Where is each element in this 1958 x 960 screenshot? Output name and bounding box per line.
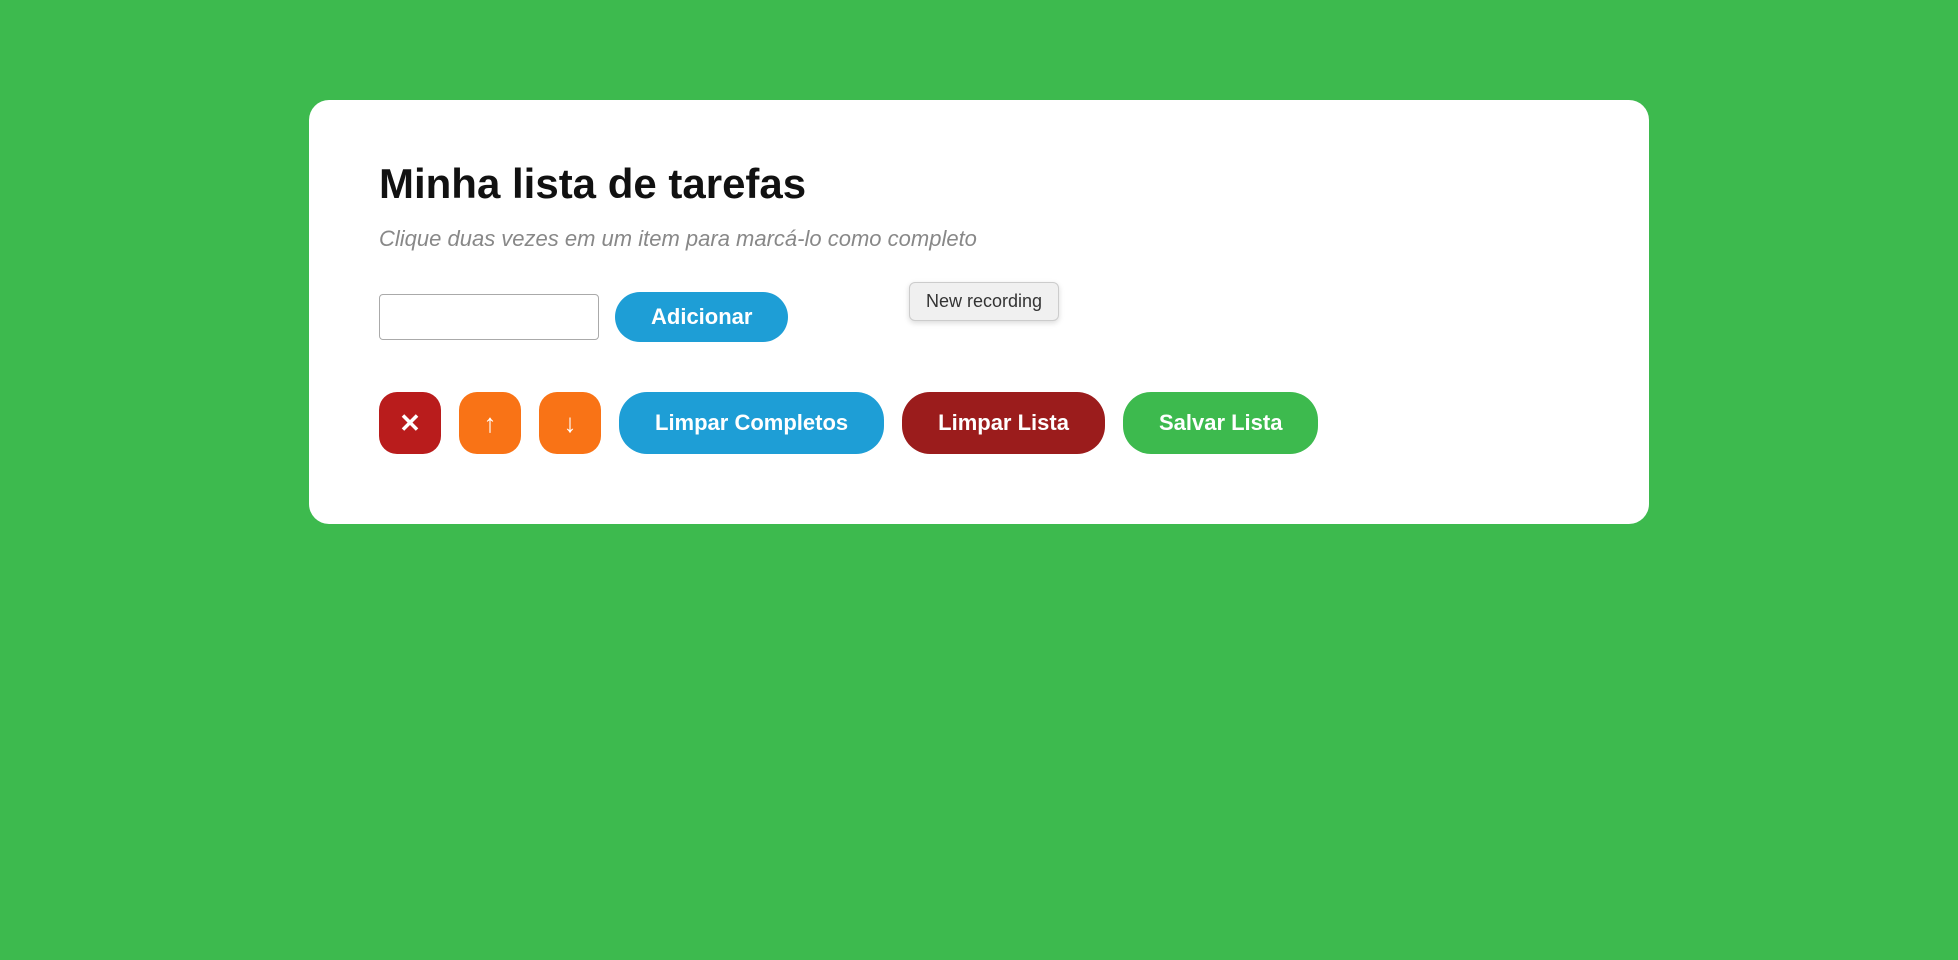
- page-title: Minha lista de tarefas: [379, 160, 1579, 208]
- delete-button[interactable]: ✕: [379, 392, 441, 454]
- save-list-button[interactable]: Salvar Lista: [1123, 392, 1319, 454]
- task-input[interactable]: [379, 294, 599, 340]
- clear-list-button[interactable]: Limpar Lista: [902, 392, 1105, 454]
- add-button[interactable]: Adicionar: [615, 292, 788, 342]
- page-subtitle: Clique duas vezes em um item para marcá-…: [379, 226, 1579, 252]
- action-row: ✕ ↑ ↓ Limpar Completos Limpar Lista Salv…: [379, 392, 1579, 454]
- input-row: Adicionar New recording: [379, 292, 1579, 342]
- move-up-button[interactable]: ↑: [459, 392, 521, 454]
- clear-completed-button[interactable]: Limpar Completos: [619, 392, 884, 454]
- move-down-button[interactable]: ↓: [539, 392, 601, 454]
- tooltip: New recording: [909, 282, 1059, 321]
- main-card: Minha lista de tarefas Clique duas vezes…: [309, 100, 1649, 524]
